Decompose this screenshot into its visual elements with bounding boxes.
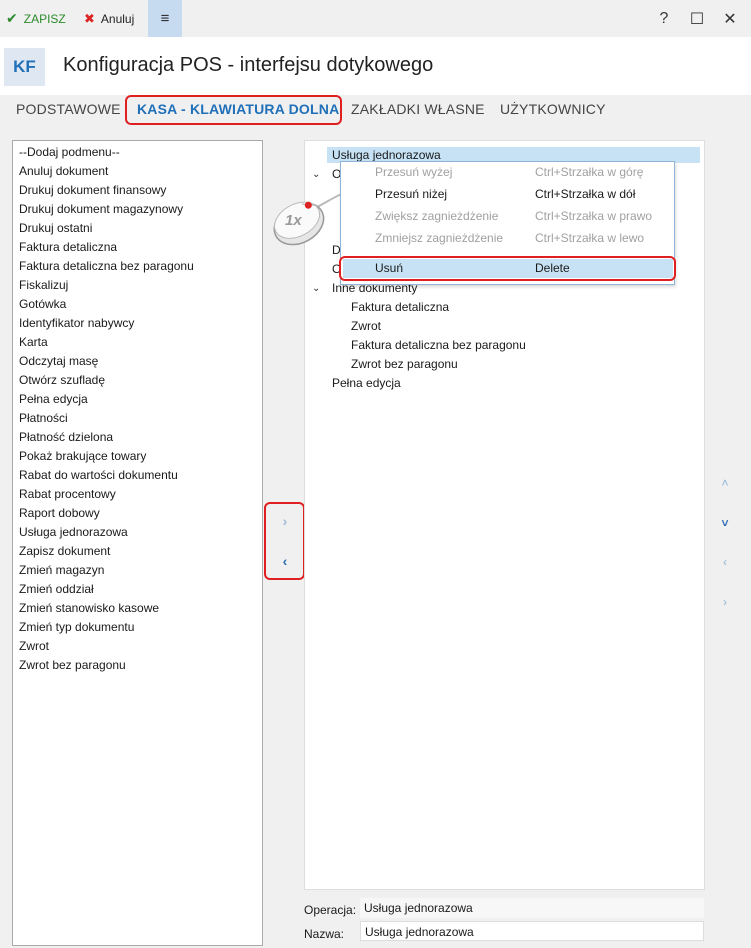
context-menu-item-shortcut: Ctrl+Strzałka w lewo	[535, 231, 645, 245]
operation-list-item[interactable]: Faktura detaliczna	[19, 240, 117, 254]
tree-node[interactable]: Pełna edycja	[332, 376, 401, 390]
cancel-label: Anuluj	[100, 11, 135, 26]
context-menu-item-label[interactable]: Przesuń niżej	[375, 187, 447, 201]
tree-node-child[interactable]: Zwrot	[351, 319, 381, 333]
operation-list-item[interactable]: Karta	[19, 335, 48, 349]
hamburger-icon: ≡	[160, 10, 170, 27]
operation-list-item[interactable]: Usługa jednorazowa	[19, 525, 128, 539]
tree-node-child[interactable]: Faktura detaliczna	[351, 300, 449, 314]
indent-button[interactable]: ›	[718, 595, 732, 609]
operation-list-item[interactable]: Drukuj ostatni	[19, 221, 92, 235]
operation-list-item[interactable]: Drukuj dokument magazynowy	[19, 202, 183, 216]
maximize-icon: ☐	[689, 10, 705, 28]
tab-kasa-klawiatura-dolna[interactable]: KASA - KLAWIATURA DOLNA	[137, 101, 339, 117]
outdent-button[interactable]: ‹	[718, 555, 732, 569]
operation-list-item[interactable]: Zmień stanowisko kasowe	[19, 601, 159, 615]
operation-list-item[interactable]: Fiskalizuj	[19, 278, 68, 292]
save-button[interactable]: ✔ ZAPISZ	[6, 0, 66, 37]
name-label: Nazwa:	[304, 927, 345, 941]
name-field[interactable]: Usługa jednorazowa	[360, 921, 704, 941]
operation-list-item[interactable]: Pokaż brakujące towary	[19, 449, 146, 463]
operation-list-item[interactable]: Płatność dzielona	[19, 430, 113, 444]
operation-list-item[interactable]: Pełna edycja	[19, 392, 88, 406]
close-icon: ✕	[723, 10, 737, 28]
help-icon: ?	[659, 9, 669, 27]
add-to-menu-button[interactable]: ›	[276, 513, 294, 529]
help-button[interactable]: ?	[650, 0, 678, 37]
context-menu-item-shortcut: Ctrl+Strzałka w górę	[535, 165, 644, 179]
context-menu-item-shortcut: Ctrl+Strzałka w dół	[535, 187, 636, 201]
operation-list-item[interactable]: Gotówka	[19, 297, 66, 311]
operation-list-item[interactable]: Zwrot	[19, 639, 49, 653]
menu-button[interactable]: ≡	[148, 0, 182, 37]
operation-list-item[interactable]: Raport dobowy	[19, 506, 100, 520]
context-menu-item-label[interactable]: Zwiększ zagnieżdżenie	[375, 209, 498, 223]
operation-list-item[interactable]: Odczytaj masę	[19, 354, 98, 368]
operation-list-item[interactable]: Zmień magazyn	[19, 563, 104, 577]
operation-list-item[interactable]: Zwrot bez paragonu	[19, 658, 126, 672]
context-menu-item-label[interactable]: Zmniejsz zagnieżdżenie	[375, 231, 503, 245]
operation-list-item[interactable]: Anuluj dokument	[19, 164, 108, 178]
operation-list-item[interactable]: Faktura detaliczna bez paragonu	[19, 259, 194, 273]
operation-value: Usługa jednorazowa	[360, 898, 704, 918]
operation-list-item[interactable]: Rabat procentowy	[19, 487, 116, 501]
close-button[interactable]: ✕	[716, 0, 744, 37]
page-title: Konfiguracja POS - interfejsu dotykowego	[63, 54, 434, 76]
operation-list-item[interactable]: Płatności	[19, 411, 68, 425]
context-menu-item-label[interactable]: Przesuń wyżej	[375, 165, 452, 179]
tab-podstawowe[interactable]: PODSTAWOWE	[16, 101, 121, 117]
context-menu-item-shortcut: Delete	[535, 261, 570, 275]
move-down-button[interactable]: ˅	[718, 516, 732, 530]
expand-caret-icon[interactable]: ⌄	[312, 283, 320, 294]
context-menu-item-label[interactable]: Usuń	[375, 261, 403, 275]
app-badge: KF	[4, 48, 45, 86]
cancel-button[interactable]: ✖ Anuluj	[84, 0, 134, 37]
tree-node-child[interactable]: Faktura detaliczna bez paragonu	[351, 338, 526, 352]
operation-list-item[interactable]: --Dodaj podmenu--	[19, 145, 120, 159]
operation-list-item[interactable]: Rabat do wartości dokumentu	[19, 468, 178, 482]
operation-list-item[interactable]: Drukuj dokument finansowy	[19, 183, 166, 197]
operation-list-item[interactable]: Otwórz szufladę	[19, 373, 105, 387]
operation-label: Operacja:	[304, 903, 357, 917]
tree-node-selected[interactable]: Usługa jednorazowa	[332, 148, 441, 162]
context-menu-item-shortcut: Ctrl+Strzałka w prawo	[535, 209, 653, 223]
checkmark-icon: ✔	[6, 10, 18, 26]
tab-uzytkownicy[interactable]: UŻYTKOWNICY	[500, 101, 606, 117]
operation-list-item[interactable]: Zmień oddział	[19, 582, 94, 596]
move-up-button[interactable]: ˄	[718, 476, 732, 490]
operation-list-item[interactable]: Identyfikator nabywcy	[19, 316, 134, 330]
click-count-label: 1x	[285, 212, 302, 229]
operation-list-item[interactable]: Zmień typ dokumentu	[19, 620, 134, 634]
operation-list-item[interactable]: Zapisz dokument	[19, 544, 110, 558]
tree-node-child[interactable]: Zwrot bez paragonu	[351, 357, 458, 371]
cross-icon: ✖	[84, 10, 95, 26]
maximize-button[interactable]: ☐	[683, 0, 711, 37]
save-label: ZAPISZ	[23, 11, 66, 26]
remove-from-menu-button[interactable]: ‹	[276, 553, 294, 569]
tab-zakladki-wlasne[interactable]: ZAKŁADKI WŁASNE	[351, 101, 485, 117]
